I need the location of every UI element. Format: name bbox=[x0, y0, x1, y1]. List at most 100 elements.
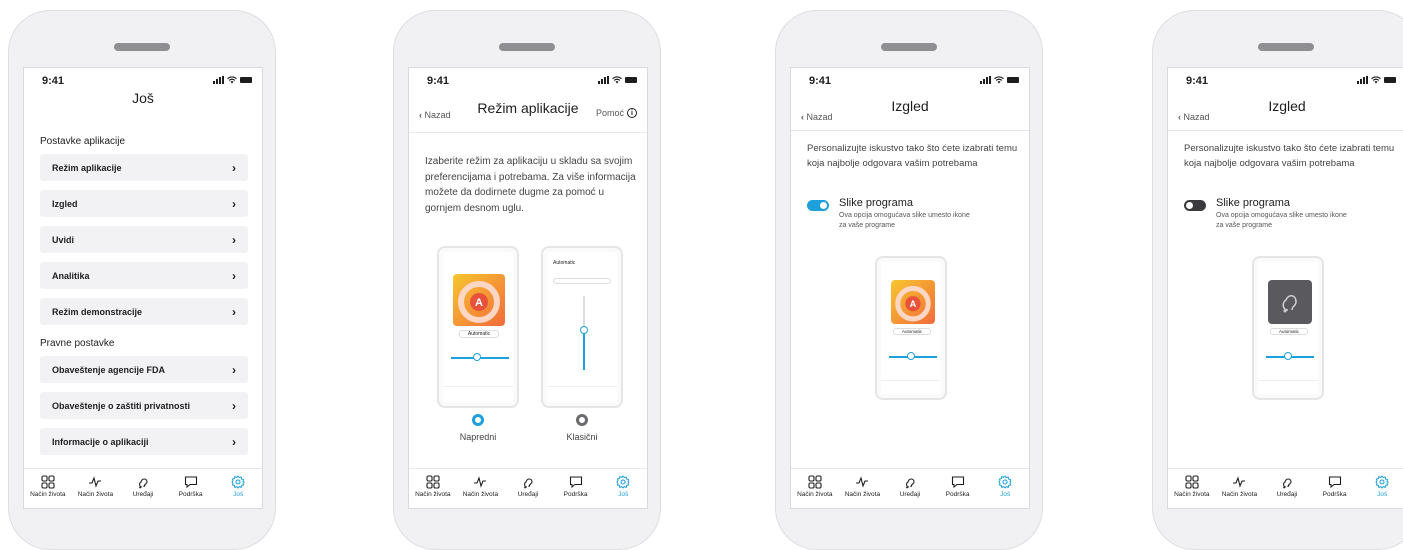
menu-item-demo-mode[interactable]: Režim demonstracije › bbox=[40, 298, 248, 325]
hearing-aid-icon bbox=[1282, 295, 1297, 313]
preview-classic[interactable]: Automatic bbox=[541, 246, 623, 408]
wifi-icon bbox=[1371, 76, 1381, 84]
tab-label: Način života bbox=[1174, 491, 1210, 498]
battery-icon bbox=[1384, 77, 1396, 83]
tab-4[interactable]: Još bbox=[983, 475, 1027, 498]
tab-label: Uređaji bbox=[517, 491, 539, 498]
gear-icon bbox=[1375, 475, 1389, 489]
menu-item-fda-notice[interactable]: Obaveštenje agencije FDA › bbox=[40, 356, 248, 383]
info-icon: i bbox=[627, 108, 637, 118]
tab-0[interactable]: Način života bbox=[793, 475, 837, 498]
signal-icon bbox=[213, 76, 224, 84]
gear-icon bbox=[616, 475, 630, 489]
mini-program-label: Automatic bbox=[893, 328, 931, 335]
mini-program-label: Automatic bbox=[1270, 328, 1308, 335]
tab-4[interactable]: Još bbox=[216, 475, 260, 498]
chat-icon bbox=[184, 475, 198, 489]
toggle-title: Slike programa bbox=[839, 197, 913, 209]
activity-icon bbox=[88, 475, 102, 489]
menu-item-appearance[interactable]: Izgled › bbox=[40, 190, 248, 217]
tab-2[interactable]: Uređaji bbox=[888, 475, 932, 498]
description-text: Izaberite režim za aplikaciju u skladu s… bbox=[425, 156, 636, 214]
option-label-classic: Klasični bbox=[566, 432, 598, 442]
tab-label: Način života bbox=[415, 491, 451, 498]
page-title: Izgled bbox=[1268, 98, 1306, 114]
tab-3[interactable]: Podrška bbox=[1313, 475, 1357, 498]
toggle-description: Ova opcija omogućava slike umesto ikone … bbox=[1216, 212, 1347, 230]
tab-label: Uređaji bbox=[899, 491, 921, 498]
chat-icon bbox=[569, 475, 583, 489]
grid-icon bbox=[808, 475, 822, 489]
description-text: Personalizujte iskustvo tako što ćete iz… bbox=[807, 143, 1018, 169]
menu-item-analytics[interactable]: Analitika › bbox=[40, 262, 248, 289]
menu-item-app-mode[interactable]: Režim aplikacije › bbox=[40, 154, 248, 181]
chevron-right-icon: › bbox=[232, 362, 236, 377]
chat-icon bbox=[951, 475, 965, 489]
program-images-toggle[interactable] bbox=[1184, 200, 1206, 211]
tab-1[interactable]: Način života bbox=[1217, 475, 1261, 498]
tab-bar: Način života Način života Uređaji Podrška Jo… bbox=[24, 468, 262, 508]
tab-2[interactable]: Uređaji bbox=[506, 475, 550, 498]
tab-4[interactable]: Još bbox=[1360, 475, 1403, 498]
signal-icon bbox=[598, 76, 609, 84]
tab-label: Podrška bbox=[1322, 491, 1347, 498]
header-divider bbox=[409, 132, 647, 133]
chevron-right-icon: › bbox=[232, 434, 236, 449]
tab-3[interactable]: Podrška bbox=[169, 475, 213, 498]
tab-bar: Način života Način života Uređaji Podrška Jo… bbox=[1168, 468, 1403, 508]
screen-app-mode: 9:41 ‹ Nazad Režim aplikacije Pomoć i Iza… bbox=[408, 67, 648, 509]
menu-item-insights[interactable]: Uvidi › bbox=[40, 226, 248, 253]
status-time: 9:41 bbox=[42, 75, 65, 87]
wifi-icon bbox=[227, 76, 237, 84]
tab-1[interactable]: Način života bbox=[840, 475, 884, 498]
tab-1[interactable]: Način života bbox=[458, 475, 502, 498]
radio-advanced[interactable] bbox=[472, 414, 484, 426]
phone-more: 9:41 Još Postavke aplikacije Režim aplik… bbox=[8, 10, 276, 550]
tab-0[interactable]: Način života bbox=[411, 475, 455, 498]
tab-2[interactable]: Uređaji bbox=[1265, 475, 1309, 498]
tab-label: Podrška bbox=[945, 491, 970, 498]
gear-icon bbox=[998, 475, 1012, 489]
hearing-aid-icon bbox=[903, 475, 917, 489]
preview-phone: Automatic bbox=[1252, 256, 1324, 400]
menu-item-privacy-notice[interactable]: Obaveštenje o zaštiti privatnosti › bbox=[40, 392, 248, 419]
description-text: Personalizujte iskustvo tako što ćete iz… bbox=[1184, 143, 1395, 169]
tab-label: Način života bbox=[77, 491, 114, 498]
tab-3[interactable]: Podrška bbox=[554, 475, 598, 498]
tab-3[interactable]: Podrška bbox=[936, 475, 980, 498]
chevron-right-icon: › bbox=[232, 304, 236, 319]
wifi-icon bbox=[994, 76, 1004, 84]
tab-label: Još bbox=[233, 491, 244, 498]
tab-0[interactable]: Način života bbox=[26, 475, 70, 498]
tab-label: Još bbox=[1000, 491, 1011, 498]
preview-advanced[interactable]: A Automatic bbox=[437, 246, 519, 408]
tab-0[interactable]: Način života bbox=[1170, 475, 1214, 498]
radio-classic[interactable] bbox=[576, 414, 588, 426]
section-legal-settings: Pravne postavke bbox=[40, 338, 115, 349]
chevron-right-icon: › bbox=[232, 196, 236, 211]
status-bar: 9:41 bbox=[24, 74, 262, 90]
tab-bar: Način života Način života Uređaji Podrška Jo… bbox=[409, 468, 647, 508]
tab-1[interactable]: Način života bbox=[73, 475, 117, 498]
hearing-aid-icon bbox=[1280, 475, 1294, 489]
program-images-toggle[interactable] bbox=[807, 200, 829, 211]
help-button[interactable]: Pomoć i bbox=[596, 108, 637, 118]
tab-label: Način života bbox=[797, 491, 833, 498]
tab-4[interactable]: Još bbox=[601, 475, 645, 498]
activity-icon bbox=[1232, 475, 1246, 489]
chevron-right-icon: › bbox=[232, 160, 236, 175]
battery-icon bbox=[1007, 77, 1019, 83]
battery-icon bbox=[625, 77, 637, 83]
menu-item-app-info[interactable]: Informacije o aplikaciji › bbox=[40, 428, 248, 455]
chat-icon bbox=[1328, 475, 1342, 489]
mini-program-label: Automatic bbox=[553, 260, 576, 266]
tab-label: Još bbox=[618, 491, 629, 498]
svg-text:A: A bbox=[910, 299, 917, 309]
tab-label: Način života bbox=[30, 491, 66, 498]
grid-icon bbox=[426, 475, 440, 489]
tab-label: Podrška bbox=[563, 491, 588, 498]
status-time: 9:41 bbox=[809, 75, 832, 87]
tab-label: Način života bbox=[844, 491, 881, 498]
tab-2[interactable]: Uređaji bbox=[121, 475, 165, 498]
speaker-notch bbox=[881, 43, 937, 51]
